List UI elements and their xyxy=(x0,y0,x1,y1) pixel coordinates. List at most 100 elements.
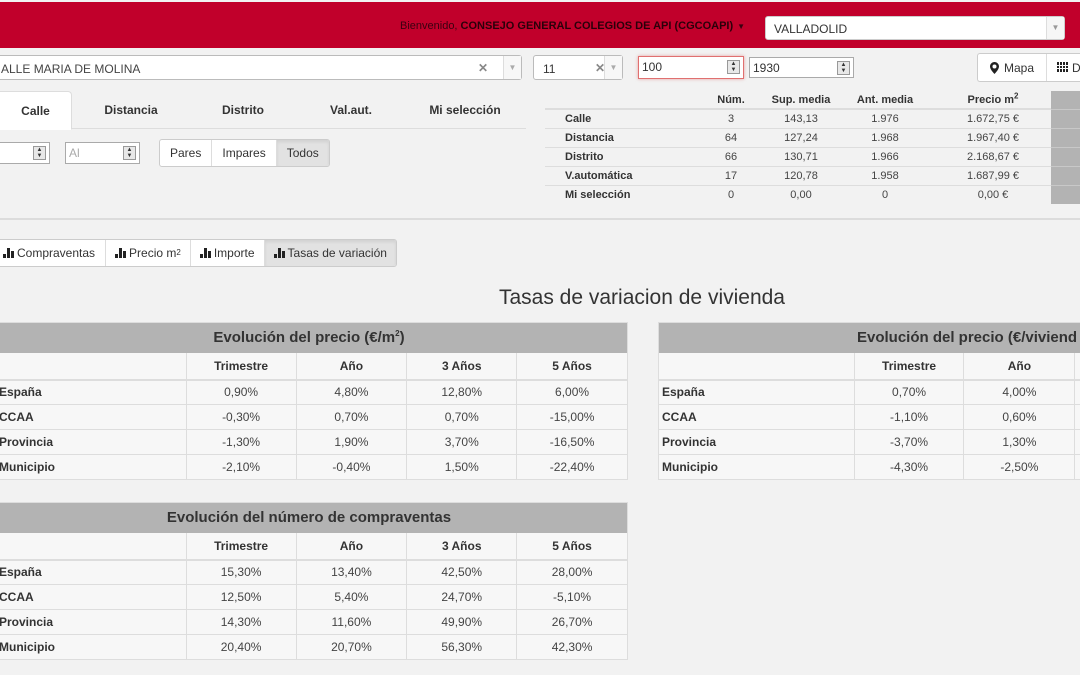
spinner-icon[interactable]: ▲ ▼ xyxy=(727,60,740,74)
stats-cell-ant: 1.976 xyxy=(835,108,935,128)
stats-row-label: Distancia xyxy=(545,127,695,147)
parity-impares-button[interactable]: Impares xyxy=(212,140,277,166)
title-text: Evolución del precio (€/m xyxy=(213,329,396,347)
rate-cell: 20,40% xyxy=(185,634,297,660)
street-select[interactable]: ALLE MARIA DE MOLINA ✕ ▼ xyxy=(0,55,522,80)
rate-cell: 26,70% xyxy=(516,609,628,635)
tab-label: Compraventas xyxy=(17,246,96,260)
bar-chart-icon xyxy=(273,248,285,258)
rate-cell: -16,50% xyxy=(516,429,628,455)
row-label: Provincia xyxy=(0,609,187,635)
rate-cell: -5,10% xyxy=(516,584,628,610)
page-title: Tasas de variacion de vivienda xyxy=(498,286,785,309)
stats-row: Mi selección 0 0,00 0 0,00 € xyxy=(545,184,1051,204)
stats-cell-precio: 1.967,40 € xyxy=(935,127,1051,147)
rate-cell: 0,70% xyxy=(853,379,964,405)
stats-cell-precio: 1.672,75 € xyxy=(935,108,1051,128)
tab-label: Distrito xyxy=(222,103,264,117)
spinner-icon[interactable]: ▲ ▼ xyxy=(837,61,850,75)
column-header-row: Trimestre Año 3 Años 5 Años xyxy=(0,532,628,561)
rate-cell: -2,50% xyxy=(963,454,1075,480)
tab-calle[interactable]: Calle xyxy=(0,91,72,130)
row-label: CCAA xyxy=(0,404,187,430)
spinner-icon[interactable]: ▲ ▼ xyxy=(33,146,46,160)
tab-label: Precio m xyxy=(129,246,177,260)
rate-cell: 12,80% xyxy=(406,379,517,405)
stats-col-header: Ant. media xyxy=(835,91,935,110)
column-header-row: Trimestre Año 3 Años 5 Años xyxy=(0,352,628,381)
rate-cell: 14,30% xyxy=(185,609,297,635)
chart-tab-precio-m2[interactable]: Precio m2 xyxy=(106,240,191,266)
parity-toggle-group: Pares Impares Todos xyxy=(159,139,330,167)
tab-distancia[interactable]: Distancia xyxy=(88,91,174,129)
year-input-value: 1930 xyxy=(753,61,780,75)
rate-cell: 4,00% xyxy=(963,379,1075,405)
price-m2-table: Evolución del precio (€/m2) Trimestre Año… xyxy=(0,322,628,480)
user-menu[interactable]: Bienvenido, CONSEJO GENERAL COLEGIOS DE … xyxy=(400,20,745,32)
user-name: CONSEJO GENERAL COLEGIOS DE API (CGCOAPI… xyxy=(460,20,734,32)
street-select-value: ALLE MARIA DE MOLINA xyxy=(1,62,141,76)
stats-cell-precio: 2.168,67 € xyxy=(935,146,1051,166)
city-select[interactable]: VALLADOLID ▼ xyxy=(765,16,1065,40)
bar-chart-icon xyxy=(3,248,14,258)
table-row: CCAA -1,10% 0,60% xyxy=(658,404,1080,430)
data-button-label: Dat xyxy=(1072,60,1080,75)
row-label: Provincia xyxy=(658,429,855,455)
year-input[interactable]: 1930 ▲ ▼ xyxy=(749,57,854,78)
stats-header-row: Núm. Sup. media Ant. media Precio m2 xyxy=(545,91,1051,110)
table-row: Provincia 14,30% 11,60% 49,90% 26,70% xyxy=(0,609,628,635)
clear-icon[interactable]: ✕ xyxy=(478,61,488,75)
parity-todos-button[interactable]: Todos xyxy=(276,140,329,166)
welcome-prefix: Bienvenido, xyxy=(400,20,461,32)
chevron-down-icon[interactable]: ▼ xyxy=(604,56,622,79)
price-dwelling-table: Evolución del precio (€/viviend Trimestr… xyxy=(658,322,1080,480)
row-label: Municipio xyxy=(0,454,187,480)
chart-tab-compraventas[interactable]: Compraventas xyxy=(0,240,107,266)
stats-cell-precio: 0,00 € xyxy=(935,184,1051,204)
rate-cell: 24,70% xyxy=(406,584,517,610)
number-to-input[interactable]: Al ▲ ▼ xyxy=(65,142,140,164)
tab-label: Importe xyxy=(213,246,255,260)
surface-input[interactable]: 100 ▲ ▼ xyxy=(638,56,744,79)
data-button[interactable]: Dat xyxy=(1047,54,1080,81)
stats-row-label: Calle xyxy=(545,108,695,128)
table-title: Evolución del precio (€/viviend xyxy=(658,322,1080,353)
chart-tab-importe[interactable]: Importe xyxy=(191,240,265,266)
street-number-value: 11 xyxy=(543,62,556,76)
stats-col-header: Sup. media xyxy=(767,91,835,110)
table-title: Evolución del precio (€/m2) xyxy=(0,322,628,353)
table-row: Provincia -3,70% 1,30% xyxy=(658,429,1080,455)
rate-cell: 12,50% xyxy=(185,584,297,610)
chevron-down-icon[interactable]: ▼ xyxy=(1046,17,1064,39)
map-button-label: Mapa xyxy=(1004,60,1035,75)
stats-cell-ant: 1.958 xyxy=(835,165,935,185)
rate-cell: 42,30% xyxy=(516,634,628,660)
spinner-icon[interactable]: ▲ ▼ xyxy=(123,146,136,160)
rate-cell: -0,40% xyxy=(295,454,407,480)
table-row: Provincia -1,30% 1,90% 3,70% -16,50% xyxy=(0,429,628,455)
stats-row: V.automática 17 120,78 1.958 1.687,99 € xyxy=(545,165,1051,185)
street-number-select[interactable]: 11 ✕ ▼ xyxy=(533,55,623,80)
chart-type-tabs: Compraventas Precio m2 Importe Tasas de … xyxy=(0,239,397,267)
result-tabs: Calle Distancia Distrito Val.aut. Mi sel… xyxy=(0,91,526,130)
map-button[interactable]: Mapa xyxy=(978,54,1048,81)
number-from-input[interactable]: ▲ ▼ xyxy=(0,142,50,164)
tab-label: Mi selección xyxy=(429,103,501,117)
stats-col-header xyxy=(545,91,695,110)
column-header: 5 Años xyxy=(516,532,628,561)
chart-tab-tasas-variacion[interactable]: Tasas de variación xyxy=(264,240,396,266)
chevron-down-icon[interactable]: ▼ xyxy=(503,56,521,79)
button-label: Todos xyxy=(286,146,319,160)
tab-distrito[interactable]: Distrito xyxy=(198,91,288,129)
stats-row: Distancia 64 127,24 1.968 1.967,40 € xyxy=(545,127,1051,147)
tab-val-aut[interactable]: Val.aut. xyxy=(310,91,392,129)
table-row: Municipio -4,30% -2,50% xyxy=(658,454,1080,480)
parity-pares-button[interactable]: Pares xyxy=(160,140,213,166)
row-label: Provincia xyxy=(0,429,187,455)
rate-cell: 5,40% xyxy=(295,584,407,610)
rate-cell xyxy=(1074,454,1080,480)
rate-cell: 11,60% xyxy=(295,609,407,635)
rate-cell: 0,90% xyxy=(185,379,297,405)
table-row: Municipio 20,40% 20,70% 56,30% 42,30% xyxy=(0,634,628,660)
tab-mi-seleccion[interactable]: Mi selección xyxy=(416,91,514,129)
